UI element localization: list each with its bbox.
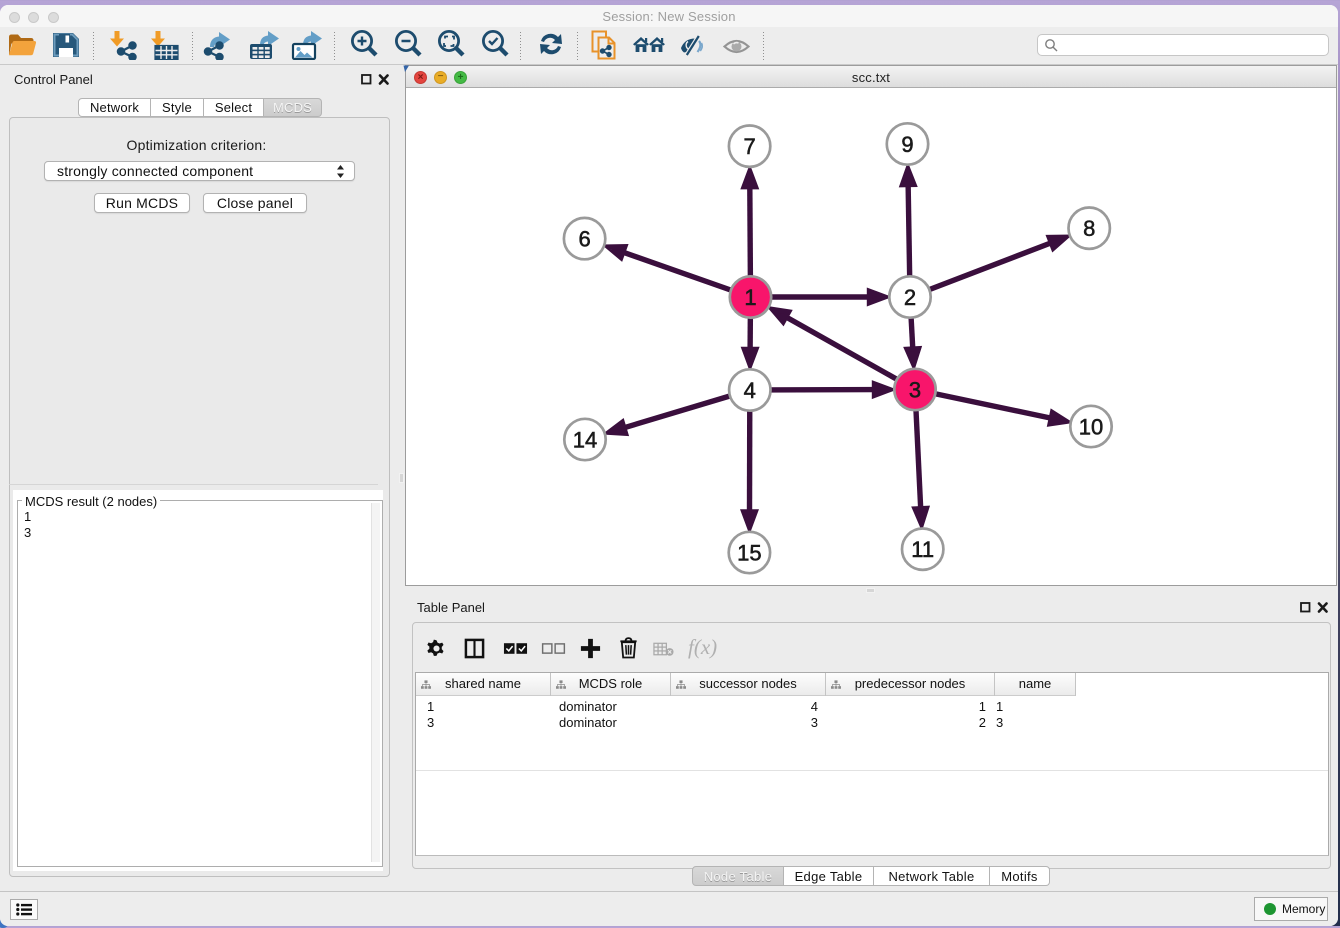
svg-text:14: 14 bbox=[573, 427, 597, 452]
svg-text:11: 11 bbox=[911, 537, 934, 562]
svg-text:1: 1 bbox=[744, 285, 756, 310]
svg-text:2: 2 bbox=[904, 285, 916, 310]
svg-text:6: 6 bbox=[578, 226, 590, 251]
svg-text:7: 7 bbox=[743, 134, 755, 159]
svg-text:10: 10 bbox=[1079, 414, 1103, 439]
svg-text:4: 4 bbox=[744, 378, 756, 403]
svg-text:3: 3 bbox=[909, 377, 921, 402]
svg-text:9: 9 bbox=[901, 132, 913, 157]
svg-text:8: 8 bbox=[1083, 216, 1095, 241]
svg-text:15: 15 bbox=[737, 540, 761, 565]
